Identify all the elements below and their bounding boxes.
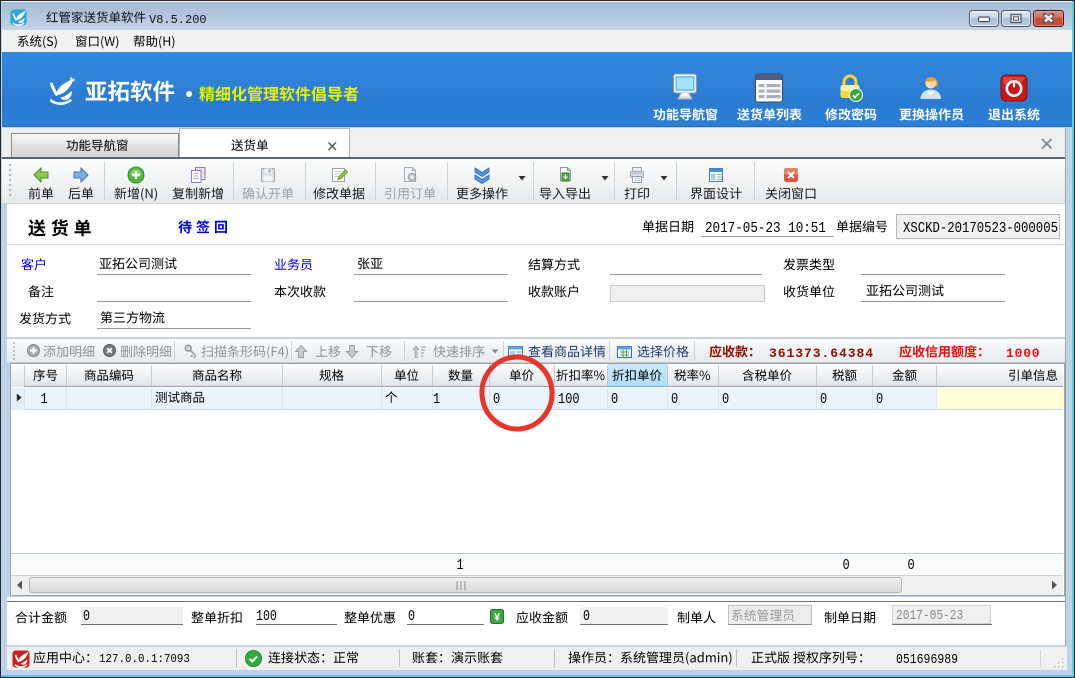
svg-text:¥: ¥ xyxy=(494,612,501,624)
